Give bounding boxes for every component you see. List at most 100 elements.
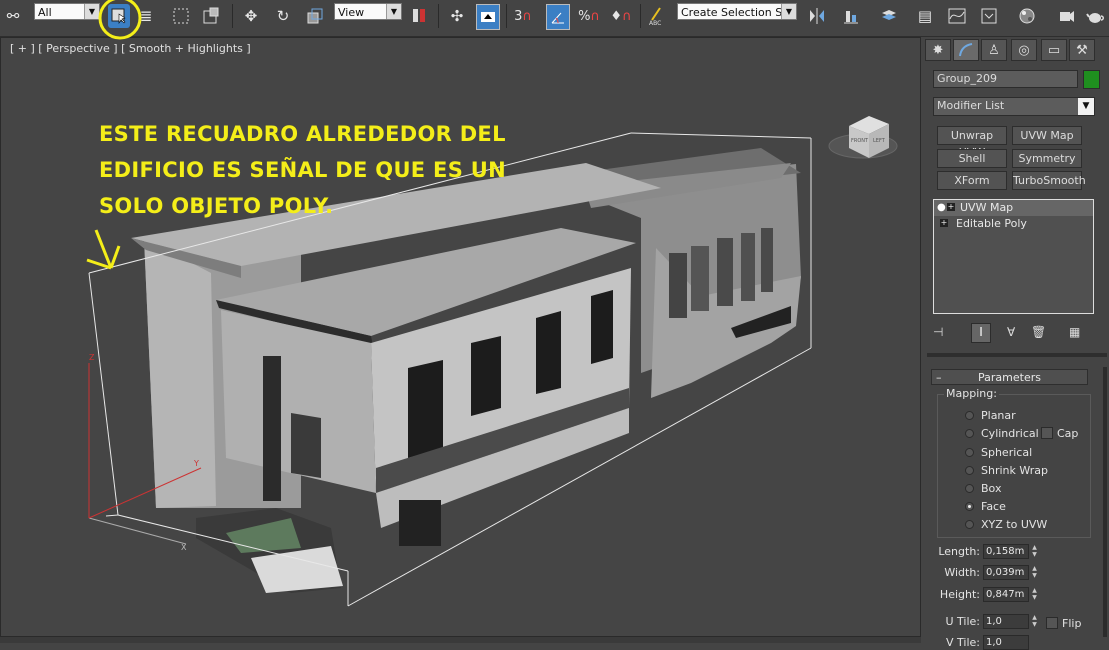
mapping-radio-spherical[interactable] xyxy=(965,448,974,457)
facade-window xyxy=(471,336,501,416)
material-editor-icon[interactable] xyxy=(1016,4,1038,28)
mapping-label-planar: Planar xyxy=(981,409,1016,422)
perspective-viewport[interactable]: [ + ] [ Perspective ] [ Smooth + Highlig… xyxy=(0,37,921,637)
annotation-text: ESTE RECUADRO ALREDEDOR DEL EDIFICIO ES … xyxy=(99,122,506,218)
configure-modifier-sets-icon[interactable]: ▦ xyxy=(1069,325,1080,339)
make-unique-icon[interactable]: ∀ xyxy=(1007,325,1015,339)
viewcube[interactable]: FRONT LEFT xyxy=(828,116,898,159)
parameters-rollout-header[interactable]: – Parameters xyxy=(931,369,1088,385)
remove-modifier-icon[interactable]: 🗑 xyxy=(1031,325,1046,339)
flip-u-label: Flip xyxy=(1062,617,1082,630)
u-tile-input[interactable]: 1,0 xyxy=(983,614,1029,629)
main-building-left-side xyxy=(144,238,216,508)
modifier-stack[interactable]: ● + UVW Map + Editable Poly xyxy=(933,199,1094,314)
symmetry-button[interactable]: Symmetry xyxy=(1012,149,1082,168)
mapping-radio-shrink-wrap[interactable] xyxy=(965,466,974,475)
mapping-radio-planar[interactable] xyxy=(965,411,974,420)
edit-named-selection-icon[interactable]: ABC xyxy=(646,4,668,28)
xform-button[interactable]: XForm xyxy=(937,171,1007,190)
percent-snap-icon[interactable]: % ∩ xyxy=(578,4,600,28)
curve-editor-icon[interactable] xyxy=(946,4,968,28)
rectangular-selection-icon[interactable] xyxy=(170,4,192,28)
align-icon[interactable] xyxy=(840,4,862,28)
facade-window xyxy=(591,290,613,364)
angle-snap-icon[interactable] xyxy=(546,4,570,30)
mapping-label-shrink-wrap: Shrink Wrap xyxy=(981,464,1048,477)
spinner-snap-icon[interactable]: ♦ ∩ xyxy=(610,4,632,28)
length-spinner-icon[interactable]: ▲ ▼ xyxy=(1030,544,1039,559)
mapping-label: Mapping: xyxy=(944,387,999,400)
panel-scrollbar[interactable] xyxy=(1103,367,1107,637)
layer-manager-icon[interactable] xyxy=(878,4,900,28)
scene-explorer-icon[interactable]: ▤ xyxy=(914,4,936,28)
toolbar-separator xyxy=(506,4,507,28)
viewcube-left-label: LEFT xyxy=(873,138,886,144)
scale-icon[interactable] xyxy=(304,4,326,28)
mapping-radio-box[interactable] xyxy=(965,484,974,493)
window-crossing-icon[interactable] xyxy=(200,4,222,28)
facade-window xyxy=(408,360,443,458)
rotate-icon[interactable]: ↻ xyxy=(272,4,294,28)
mapping-label-box: Box xyxy=(981,482,1002,495)
pin-stack-icon[interactable]: ⊣ xyxy=(933,325,943,339)
reference-coordinate-dropdown[interactable]: View ▼ xyxy=(334,3,402,20)
keyboard-shortcut-override-icon[interactable] xyxy=(476,4,500,30)
u-tile-spinner-icon[interactable]: ▲ ▼ xyxy=(1030,614,1039,629)
modifier-list-dropdown[interactable]: Modifier List ▼ xyxy=(933,97,1095,116)
hierarchy-tab-icon[interactable]: ♙ xyxy=(981,39,1007,61)
motion-tab-icon[interactable]: ◎ xyxy=(1011,39,1037,61)
lightbulb-icon[interactable]: ● xyxy=(937,200,946,216)
z-axis-label: Z xyxy=(89,353,95,362)
modify-tab-icon[interactable] xyxy=(953,39,979,61)
stack-item-editable-poly[interactable]: + Editable Poly xyxy=(934,216,1093,232)
u-tile-label: U Tile: xyxy=(945,615,980,628)
shell-button[interactable]: Shell xyxy=(937,149,1007,168)
panel-divider xyxy=(927,353,1107,357)
snaps-toggle-icon[interactable]: 3 ∩ xyxy=(512,4,534,28)
unwrap-uvw-button[interactable]: Unwrap UVW xyxy=(937,126,1007,159)
chevron-down-icon: ▼ xyxy=(781,4,796,19)
width-spinner-icon[interactable]: ▲ ▼ xyxy=(1030,565,1039,580)
named-selection-set-value: Create Selection Se xyxy=(681,6,789,19)
expand-icon[interactable]: + xyxy=(947,203,955,211)
turbosmooth-button[interactable]: TurboSmooth xyxy=(1012,171,1086,190)
stack-item-uvw-map[interactable]: ● + UVW Map xyxy=(934,200,1093,216)
width-label: Width: xyxy=(944,566,980,579)
schematic-view-icon[interactable] xyxy=(978,4,1000,28)
render-setup-icon[interactable] xyxy=(1056,4,1078,28)
toolbar-separator xyxy=(232,4,233,28)
height-input[interactable]: 0,847m xyxy=(983,587,1029,602)
stack-item-label: UVW Map xyxy=(960,201,1014,214)
mapping-label-xyz-to-uvw: XYZ to UVW xyxy=(981,518,1048,531)
reference-coordinate-value: View xyxy=(338,6,365,19)
mapping-radio-face[interactable] xyxy=(965,502,974,511)
flip-u-checkbox[interactable] xyxy=(1046,617,1058,629)
named-selection-set-dropdown[interactable]: Create Selection Se ▼ xyxy=(677,3,797,20)
mapping-radio-cylindrical[interactable] xyxy=(965,429,974,438)
object-color-swatch[interactable] xyxy=(1083,70,1100,89)
viewcube-front-label: FRONT xyxy=(851,138,869,144)
stack-toolbar: ⊣ Ι ∀ 🗑 ▦ xyxy=(933,323,1095,343)
cap-checkbox[interactable] xyxy=(1041,427,1053,439)
expand-icon[interactable]: + xyxy=(940,219,948,227)
render-teapot-icon[interactable] xyxy=(1084,4,1106,28)
mirror-icon[interactable] xyxy=(806,4,828,28)
select-manipulate-icon[interactable]: ✣ xyxy=(446,4,468,28)
length-input[interactable]: 0,158m xyxy=(983,544,1029,559)
height-spinner-icon[interactable]: ▲ ▼ xyxy=(1030,587,1039,602)
mapping-radio-xyz-to-uvw[interactable] xyxy=(965,520,974,529)
move-icon[interactable]: ✥ xyxy=(240,4,262,28)
object-name-field[interactable]: Group_209 xyxy=(933,70,1078,88)
pivot-center-icon[interactable] xyxy=(408,4,430,28)
toolbar-separator xyxy=(640,4,641,28)
show-end-result-icon[interactable]: Ι xyxy=(971,323,991,343)
display-tab-icon[interactable]: ▭ xyxy=(1041,39,1067,61)
width-input[interactable]: 0,039m xyxy=(983,565,1029,580)
utilities-tab-icon[interactable]: ⚒ xyxy=(1069,39,1095,61)
create-tab-icon[interactable]: ✸ xyxy=(925,39,951,61)
link-icon[interactable]: ⚯ xyxy=(2,4,24,28)
highlight-circle-icon xyxy=(98,0,142,40)
snap-mode-label: 3 xyxy=(514,8,523,24)
uvw-map-button[interactable]: UVW Map xyxy=(1012,126,1082,145)
back-window xyxy=(691,246,709,311)
